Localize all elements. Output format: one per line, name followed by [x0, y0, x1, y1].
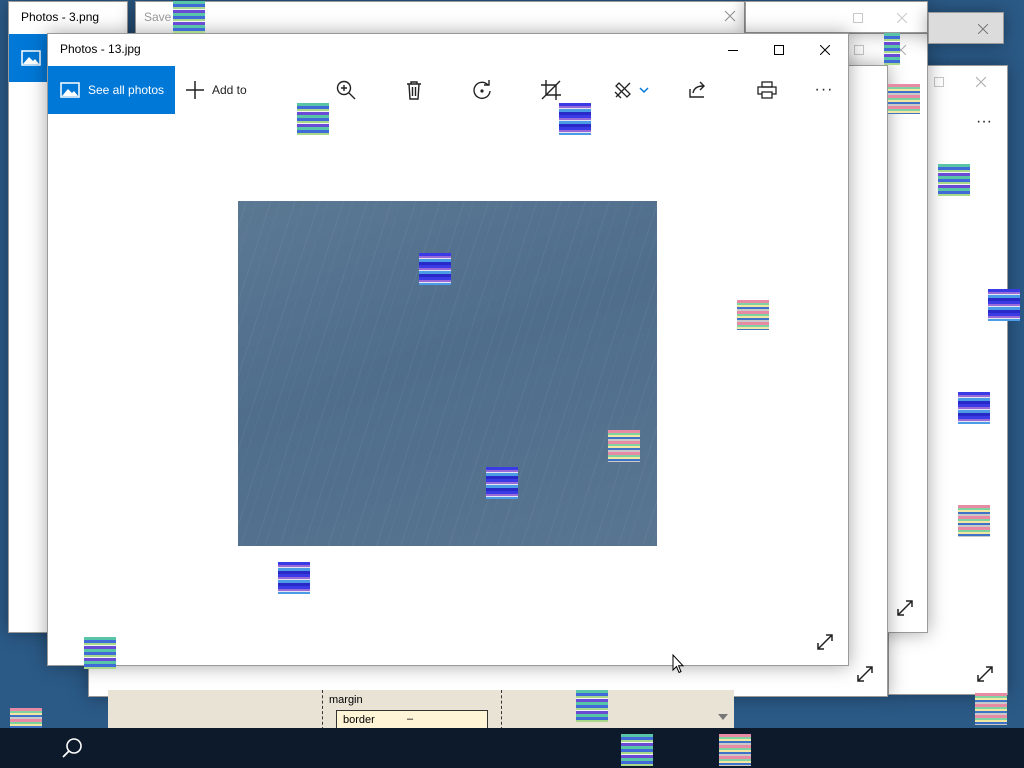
- window-title: Photos - 3.png: [21, 10, 100, 24]
- plus-icon: [186, 81, 204, 99]
- maximize-icon: [774, 45, 784, 55]
- more-button[interactable]: ···: [969, 106, 999, 138]
- maximize-button[interactable]: [756, 34, 802, 66]
- printer-icon: [757, 81, 777, 99]
- box-model-panel: margin border –: [108, 690, 734, 730]
- taskbar: [0, 728, 1024, 768]
- photos-3-titlebar[interactable]: Photos - 3.png: [9, 2, 127, 34]
- background-window-top-right: [745, 1, 928, 33]
- rotate-button[interactable]: [466, 66, 498, 114]
- close-button[interactable]: [802, 34, 848, 66]
- desktop: ··· ··· margin border –: [0, 0, 1024, 756]
- more-label: ···: [814, 81, 834, 98]
- glitch-artifact: [608, 430, 640, 462]
- glitch-artifact: [486, 467, 518, 499]
- close-icon[interactable]: [724, 10, 736, 22]
- edit-draw-icon: [614, 82, 631, 99]
- rotate-icon: [473, 80, 491, 100]
- glitch-artifact: [737, 300, 769, 330]
- see-all-photos-button-partial[interactable]: [9, 34, 49, 82]
- glitch-artifact: [938, 164, 970, 196]
- glitch-artifact: [621, 734, 653, 766]
- share-button[interactable]: [682, 66, 714, 114]
- share-icon: [689, 81, 705, 98]
- main-titlebar[interactable]: Photos - 13.jpg: [48, 34, 848, 66]
- glitch-artifact: [419, 253, 451, 285]
- scroll-down-icon[interactable]: [718, 714, 728, 720]
- glitch-artifact: [173, 1, 205, 33]
- photo-toolbar: See all photos Add to ···: [48, 66, 848, 114]
- search-icon: [62, 738, 82, 758]
- glitch-artifact: [559, 103, 591, 135]
- minimize-icon: [728, 50, 738, 51]
- zoom-button[interactable]: [330, 66, 362, 114]
- glitch-artifact: [888, 84, 920, 114]
- photos-icon: [60, 82, 80, 98]
- glitch-artifact: [278, 562, 310, 594]
- close-icon: [820, 45, 830, 55]
- photos-icon: [21, 50, 41, 66]
- mouse-cursor-icon: [672, 654, 684, 674]
- delete-button[interactable]: [398, 66, 430, 114]
- background-window-far-right: [928, 12, 1004, 44]
- print-button[interactable]: [751, 66, 783, 114]
- border-box: border –: [336, 710, 488, 730]
- see-all-photos-label: See all photos: [88, 83, 165, 97]
- close-icon[interactable]: [963, 13, 1003, 43]
- add-to-label: Add to: [212, 83, 247, 97]
- glitch-artifact: [958, 392, 990, 424]
- zoom-in-icon: [336, 80, 356, 100]
- see-all-photos-button[interactable]: See all photos: [48, 66, 175, 114]
- glitch-artifact: [719, 734, 751, 766]
- save-dialog-title: Save: [144, 10, 172, 24]
- glitch-artifact: [988, 289, 1020, 321]
- trash-icon: [407, 81, 421, 100]
- minimize-button[interactable]: [710, 34, 756, 66]
- photos-13-window: Photos - 13.jpg See all photos Add to ··…: [47, 33, 849, 666]
- border-value: –: [407, 713, 414, 725]
- close-icon[interactable]: [882, 2, 922, 32]
- glitch-artifact: [576, 690, 608, 722]
- glitch-artifact: [958, 505, 990, 537]
- glitch-artifact: [297, 103, 329, 135]
- glitch-artifact: [884, 33, 900, 65]
- margin-label: margin: [329, 694, 363, 706]
- fullscreen-icon[interactable]: [853, 662, 877, 686]
- fullscreen-icon[interactable]: [813, 630, 837, 654]
- fullscreen-icon[interactable]: [893, 596, 917, 620]
- window-title: Photos - 13.jpg: [60, 42, 141, 56]
- chevron-down-icon: [639, 87, 649, 94]
- glitch-artifact: [975, 693, 1007, 725]
- edit-create-button[interactable]: [606, 66, 656, 114]
- taskbar-search-button[interactable]: [48, 728, 96, 768]
- crop-icon: [541, 80, 561, 100]
- more-label: ···: [976, 113, 992, 130]
- border-label: border: [343, 714, 375, 726]
- fullscreen-icon[interactable]: [973, 662, 997, 686]
- add-to-button[interactable]: Add to: [186, 66, 247, 114]
- close-icon[interactable]: [961, 66, 1001, 98]
- maximize-icon[interactable]: [838, 2, 878, 32]
- more-button[interactable]: ···: [808, 66, 840, 114]
- glitch-artifact: [84, 637, 116, 669]
